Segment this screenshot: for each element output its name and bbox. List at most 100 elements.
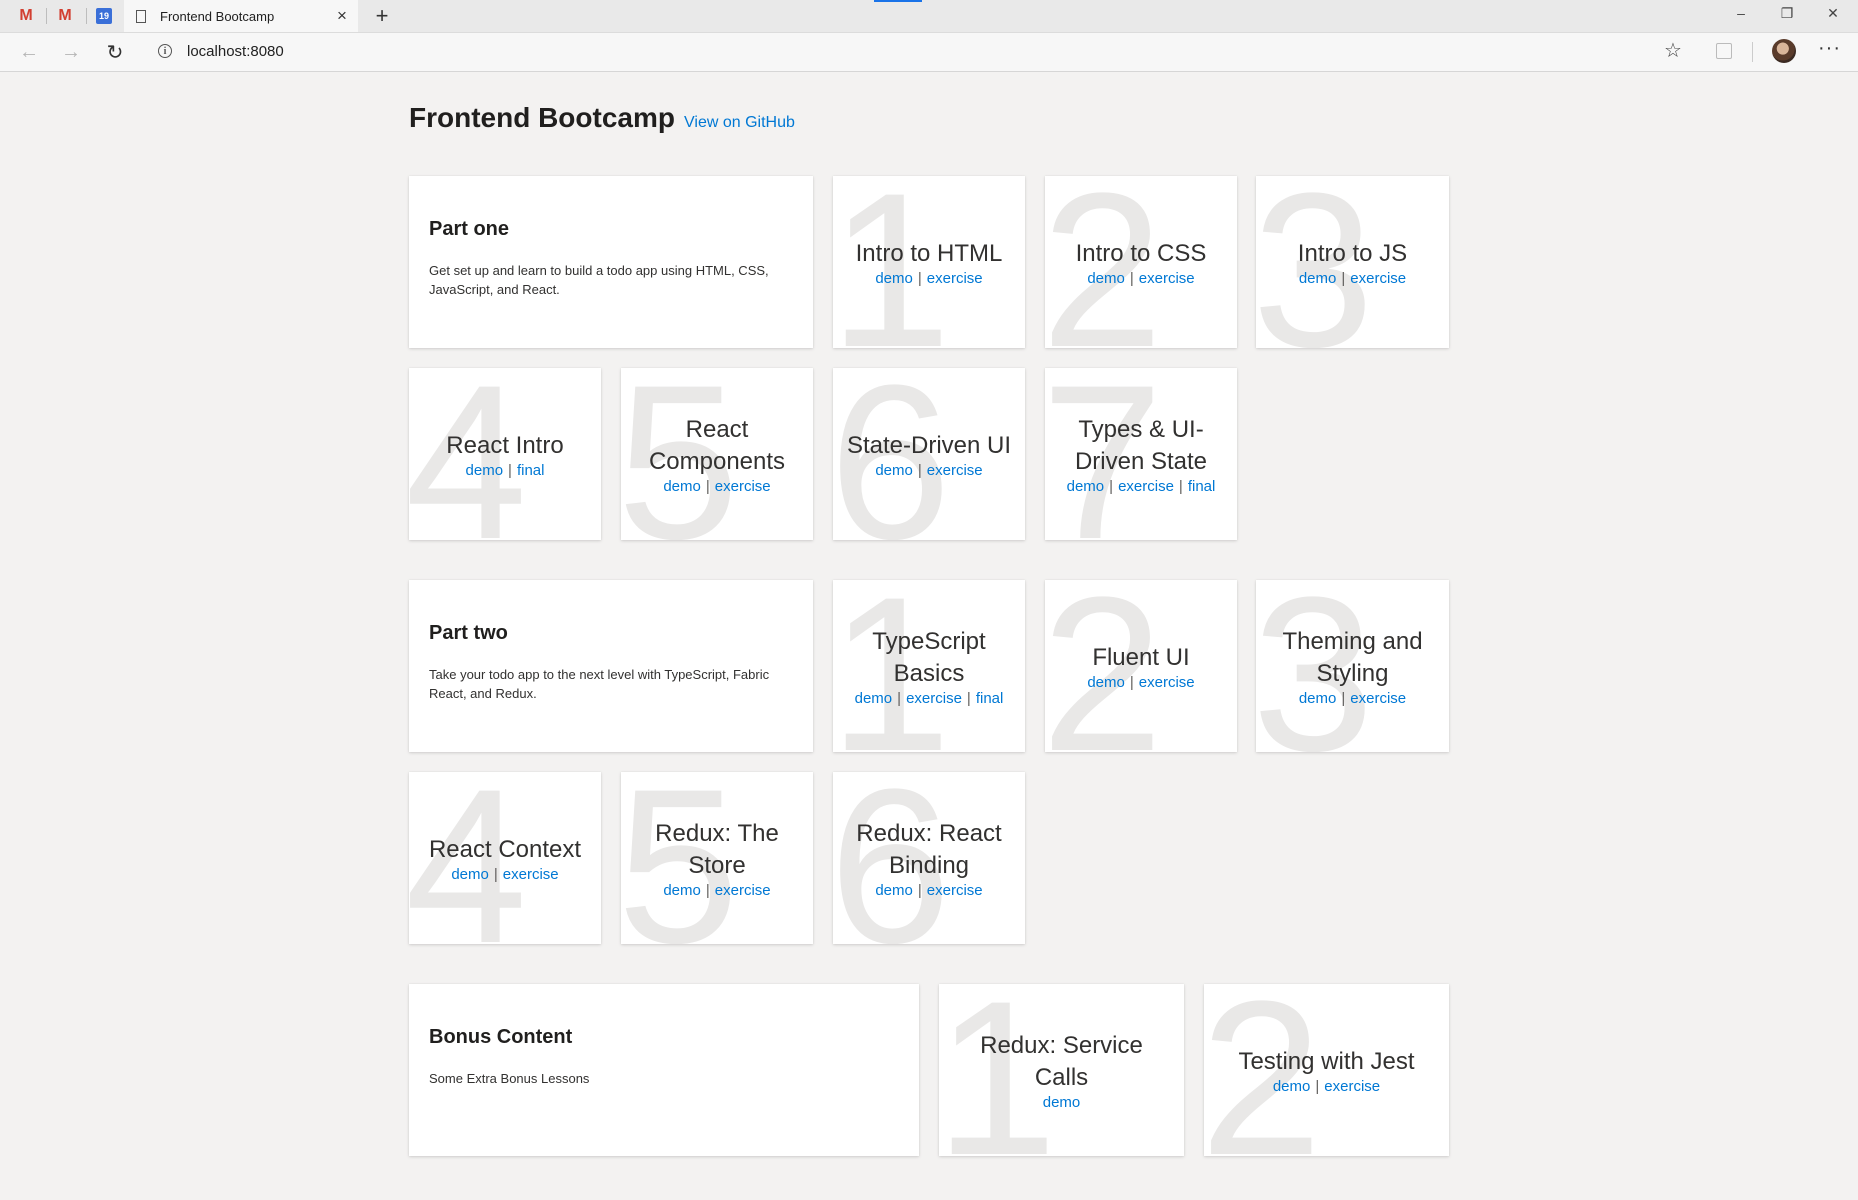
lesson-card-redux-the-store: 5 Redux: The Store demo | exercise: [621, 772, 813, 944]
lesson-title: Fluent UI: [1092, 643, 1190, 671]
lesson-title: Testing with Jest: [1238, 1047, 1415, 1075]
github-link[interactable]: View on GitHub: [684, 114, 795, 132]
site-info-icon[interactable]: i: [158, 44, 172, 58]
forward-button[interactable]: →: [56, 37, 86, 67]
lesson-title: TypeScript Basics: [872, 627, 986, 687]
exercise-link[interactable]: exercise: [927, 462, 983, 479]
demo-link[interactable]: demo: [875, 270, 913, 287]
link-separator: |: [705, 477, 710, 495]
demo-link[interactable]: demo: [663, 882, 701, 899]
minimize-button[interactable]: –: [1718, 0, 1764, 26]
lesson-links: demo | exercise: [875, 270, 982, 287]
exercise-link[interactable]: exercise: [715, 882, 771, 899]
lesson-card-theming-and-styling: 3 Theming and Styling demo | exercise: [1256, 580, 1449, 752]
lesson-links: demo | exercise: [875, 462, 982, 479]
link-separator: |: [493, 865, 498, 883]
pinned-tab-calendar[interactable]: 19: [86, 0, 122, 32]
lesson-card-react-components: 5 React Components demo | exercise: [621, 368, 813, 540]
link-separator: |: [966, 689, 971, 707]
lesson-card-testing-with-jest: 2 Testing with Jest demo | exercise: [1204, 984, 1449, 1156]
demo-link[interactable]: demo: [875, 882, 913, 899]
link-separator: |: [705, 881, 710, 899]
demo-link[interactable]: demo: [1067, 478, 1105, 495]
demo-link[interactable]: demo: [1087, 674, 1125, 691]
exercise-link[interactable]: exercise: [927, 882, 983, 899]
lesson-title: React Intro: [446, 431, 564, 459]
lesson-title: Redux: The Store: [655, 819, 779, 879]
demo-link[interactable]: demo: [855, 690, 893, 707]
final-link[interactable]: final: [976, 690, 1004, 707]
demo-link[interactable]: demo: [1087, 270, 1125, 287]
browser-toolbar: ← → ↻ i localhost:8080 ☆ ···: [0, 33, 1858, 72]
lesson-links: demo | exercise: [663, 882, 770, 899]
link-separator: |: [1129, 673, 1134, 691]
exercise-link[interactable]: exercise: [1139, 674, 1195, 691]
lesson-links: demo | exercise | final: [1067, 478, 1216, 495]
section-card-bonus: Bonus Content Some Extra Bonus Lessons: [409, 984, 919, 1156]
final-link[interactable]: final: [1188, 478, 1216, 495]
address-bar[interactable]: localhost:8080: [187, 43, 284, 60]
demo-link[interactable]: demo: [663, 478, 701, 495]
gmail-icon: M: [19, 7, 33, 24]
calendar-icon: 19: [96, 8, 112, 24]
exercise-link[interactable]: exercise: [1118, 478, 1174, 495]
exercise-link[interactable]: exercise: [1324, 1078, 1380, 1095]
more-menu-icon[interactable]: ···: [1818, 37, 1841, 60]
lesson-title: Redux: Service Calls: [980, 1031, 1143, 1091]
favorite-star-icon[interactable]: ☆: [1664, 38, 1682, 63]
lesson-card-react-context: 4 React Context demo | exercise: [409, 772, 601, 944]
back-button[interactable]: ←: [14, 37, 44, 67]
section-title: Part two: [429, 622, 508, 644]
demo-link[interactable]: demo: [1299, 270, 1337, 287]
close-window-button[interactable]: ✕: [1810, 0, 1856, 26]
lesson-card-state-driven-ui: 6 State-Driven UI demo | exercise: [833, 368, 1025, 540]
demo-link[interactable]: demo: [875, 462, 913, 479]
exercise-link[interactable]: exercise: [1350, 690, 1406, 707]
page-title: Frontend Bootcamp: [409, 102, 675, 133]
exercise-link[interactable]: exercise: [715, 478, 771, 495]
restore-button[interactable]: ❐: [1764, 0, 1810, 26]
lesson-title: Types & UI-Driven State: [1074, 415, 1208, 475]
section-card-part-one: Part one Get set up and learn to build a…: [409, 176, 813, 348]
demo-link[interactable]: demo: [1299, 690, 1337, 707]
lesson-title: Intro to HTML: [855, 239, 1003, 267]
lesson-card-redux-react-binding: 6 Redux: React Binding demo | exercise: [833, 772, 1025, 944]
lesson-title: Intro to CSS: [1075, 239, 1207, 267]
pinned-tab-gmail-2[interactable]: M: [47, 0, 83, 32]
link-separator: |: [1341, 269, 1346, 287]
lesson-links: demo | exercise: [1299, 270, 1406, 287]
active-tab[interactable]: Frontend Bootcamp ×: [124, 0, 358, 32]
link-separator: |: [1178, 477, 1183, 495]
tab-title: Frontend Bootcamp: [160, 8, 275, 24]
lesson-title: Redux: React Binding: [856, 819, 1002, 879]
new-tab-button[interactable]: +: [368, 2, 396, 30]
exercise-link[interactable]: exercise: [1139, 270, 1195, 287]
page-header: Frontend Bootcamp View on GitHub: [409, 102, 795, 134]
section-description: Take your todo app to the next level wit…: [429, 667, 770, 701]
link-separator: |: [917, 461, 922, 479]
profile-avatar[interactable]: [1772, 39, 1796, 63]
lesson-card-intro-to-html: 1 Intro to HTML demo | exercise: [833, 176, 1025, 348]
exercise-link[interactable]: exercise: [906, 690, 962, 707]
final-link[interactable]: final: [517, 462, 545, 479]
lesson-card-react-intro: 4 React Intro demo | final: [409, 368, 601, 540]
close-tab-icon[interactable]: ×: [332, 6, 352, 26]
exercise-link[interactable]: exercise: [927, 270, 983, 287]
link-separator: |: [1315, 1077, 1320, 1095]
link-separator: |: [1341, 689, 1346, 707]
lesson-links: demo | final: [466, 462, 545, 479]
exercise-link[interactable]: exercise: [503, 866, 559, 883]
lesson-links: demo | exercise: [451, 866, 558, 883]
lesson-links: demo | exercise: [663, 478, 770, 495]
section-description: Get set up and learn to build a todo app…: [429, 263, 769, 297]
demo-link[interactable]: demo: [1043, 1094, 1081, 1111]
extension-icon[interactable]: [1716, 43, 1732, 59]
demo-link[interactable]: demo: [1273, 1078, 1311, 1095]
demo-link[interactable]: demo: [466, 462, 504, 479]
demo-link[interactable]: demo: [451, 866, 489, 883]
pinned-tab-gmail[interactable]: M: [8, 0, 44, 32]
refresh-button[interactable]: ↻: [100, 37, 130, 67]
link-separator: |: [1109, 477, 1114, 495]
exercise-link[interactable]: exercise: [1350, 270, 1406, 287]
lesson-card-fluent-ui: 2 Fluent UI demo | exercise: [1045, 580, 1237, 752]
